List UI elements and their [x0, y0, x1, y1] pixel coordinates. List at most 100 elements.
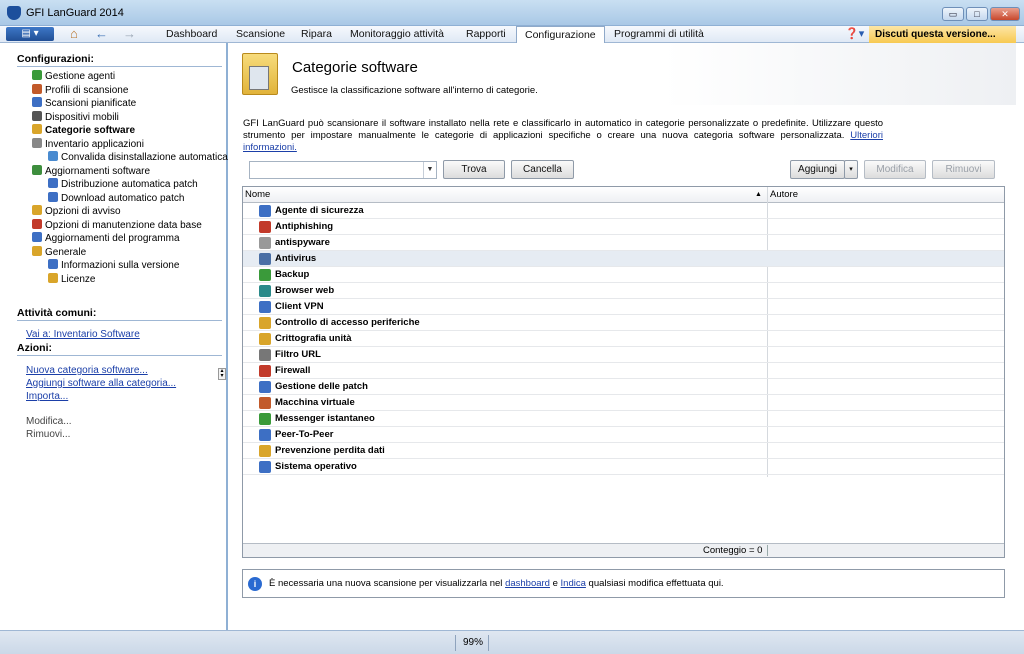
- table-row[interactable]: Client VPN: [243, 299, 1004, 315]
- table-row[interactable]: Sistema operativo: [243, 459, 1004, 475]
- add-dropdown-button[interactable]: ▾: [844, 160, 858, 179]
- table-row[interactable]: Backup: [243, 267, 1004, 283]
- tree-item[interactable]: Distribuzione automatica patch: [48, 178, 198, 191]
- table-row[interactable]: Antiphishing: [243, 219, 1004, 235]
- minimize-button[interactable]: ▭: [942, 7, 964, 21]
- scroll-button[interactable]: ▴ ▾: [218, 368, 226, 380]
- column-header-author[interactable]: Autore: [770, 189, 798, 200]
- page-description: GFI LanGuard può scansionare il software…: [243, 118, 883, 154]
- page-title: Categorie software: [292, 59, 418, 76]
- tree-item[interactable]: Informazioni sulla versione: [48, 259, 179, 272]
- table-row[interactable]: Macchina virtuale: [243, 395, 1004, 411]
- divider: [488, 635, 489, 651]
- tree-item[interactable]: Categorie software: [32, 124, 135, 137]
- category-icon: [259, 413, 271, 425]
- add-button[interactable]: Aggiungi: [790, 160, 845, 179]
- edit-button[interactable]: Modifica: [864, 160, 926, 179]
- category-name: Sistema operativo: [275, 461, 357, 472]
- close-button[interactable]: ✕: [990, 7, 1020, 21]
- category-icon: [259, 365, 271, 377]
- table-row[interactable]: Gestione delle patch: [243, 379, 1004, 395]
- chevron-down-icon[interactable]: ▼: [423, 162, 436, 178]
- notice-text: È necessaria una nuova scansione per vis…: [269, 578, 724, 589]
- category-icon: [259, 445, 271, 457]
- tab-1[interactable]: Scansione: [228, 26, 293, 43]
- tree-item-label: Generale: [45, 246, 87, 258]
- tab-2[interactable]: Ripara: [293, 26, 340, 43]
- category-name: Antiphishing: [275, 221, 334, 232]
- app-logo-icon: [7, 6, 21, 20]
- tree-item-label: Inventario applicazioni: [45, 138, 144, 150]
- tree-item[interactable]: Opzioni di avviso: [32, 205, 121, 218]
- table-row[interactable]: Firewall: [243, 363, 1004, 379]
- category-name: Gestione delle patch: [275, 381, 368, 392]
- table-row[interactable]: Prevenzione perdita dati: [243, 443, 1004, 459]
- table-row[interactable]: Controllo di accesso periferiche: [243, 315, 1004, 331]
- divider: [17, 355, 222, 356]
- tab-3[interactable]: Monitoraggio attività: [342, 26, 452, 43]
- find-button[interactable]: Trova: [443, 160, 505, 179]
- category-icon: [259, 205, 271, 217]
- tree-item[interactable]: Generale: [32, 245, 87, 259]
- tree-item[interactable]: Scansioni pianificate: [32, 97, 136, 110]
- column-header-name[interactable]: Nome: [245, 189, 270, 200]
- forward-icon[interactable]: →: [123, 27, 136, 41]
- category-icon: [259, 253, 271, 265]
- table-row[interactable]: Messenger istantaneo: [243, 411, 1004, 427]
- notice-text-part: e: [552, 578, 558, 589]
- tree-item-label: Scansioni pianificate: [45, 98, 137, 109]
- tree-item[interactable]: Convalida disinstallazione automatica: [48, 151, 228, 164]
- tree-item-icon: [32, 110, 42, 121]
- tree-item[interactable]: Aggiornamenti del programma: [32, 232, 180, 245]
- action-link[interactable]: Aggiungi software alla categoria...: [26, 378, 176, 389]
- search-combo[interactable]: ▼: [249, 161, 437, 179]
- table-row[interactable]: antispyware: [243, 235, 1004, 251]
- table-header: Nome ▲ Autore: [243, 187, 1004, 203]
- cancel-button[interactable]: Cancella: [511, 160, 574, 179]
- tree-item-icon: [32, 164, 42, 175]
- indica-link[interactable]: Indica: [561, 578, 586, 589]
- discuss-version-button[interactable]: Discuti questa versione...: [869, 26, 1016, 43]
- tree-item[interactable]: Gestione agenti: [32, 70, 115, 83]
- table-row[interactable]: Antivirus: [243, 251, 1004, 267]
- tab-4[interactable]: Rapporti: [458, 26, 514, 43]
- tree-item-label: Categorie software: [45, 125, 136, 136]
- tab-0[interactable]: Dashboard: [158, 26, 225, 43]
- tree-item[interactable]: Opzioni di manutenzione data base: [32, 218, 202, 232]
- tab-5[interactable]: Configurazione: [516, 26, 605, 43]
- app-menu-button[interactable]: ▤ ▾: [6, 27, 54, 41]
- action-link[interactable]: Nuova categoria software...: [26, 365, 148, 376]
- tree-item-label: Convalida disinstallazione automatica: [61, 152, 228, 163]
- tree-item-icon: [48, 178, 58, 188]
- tree-item-icon: [32, 137, 42, 148]
- tree-item-icon: [48, 272, 58, 283]
- tree-item[interactable]: Dispositivi mobili: [32, 110, 119, 124]
- tree-item[interactable]: Profili di scansione: [32, 83, 129, 97]
- tree-item[interactable]: Aggiornamenti software: [32, 164, 150, 178]
- table-row[interactable]: Browser web: [243, 283, 1004, 299]
- home-icon[interactable]: ⌂: [70, 27, 78, 41]
- tree-item[interactable]: Licenze: [48, 272, 95, 286]
- window-title: GFI LanGuard 2014: [26, 7, 124, 19]
- back-icon[interactable]: ←: [95, 27, 108, 41]
- table-row[interactable]: Agente di sicurezza: [243, 203, 1004, 219]
- table-row[interactable]: Peer-To-Peer: [243, 427, 1004, 443]
- dashboard-link[interactable]: dashboard: [505, 578, 550, 589]
- table-row[interactable]: Filtro URL: [243, 347, 1004, 363]
- category-icon: [259, 397, 271, 409]
- tab-6[interactable]: Programmi di utilità: [606, 26, 712, 43]
- divider: [455, 635, 456, 651]
- table-row[interactable]: Crittografia unità: [243, 331, 1004, 347]
- notice-text-part: È necessaria una nuova scansione per vis…: [269, 578, 503, 589]
- maximize-button[interactable]: □: [966, 7, 988, 21]
- tree-item[interactable]: Inventario applicazioni: [32, 137, 144, 151]
- remove-button[interactable]: Rimuovi: [932, 160, 995, 179]
- tree-item[interactable]: Download automatico patch: [48, 191, 184, 205]
- goto-software-inventory-link[interactable]: Vai a: Inventario Software: [26, 329, 140, 340]
- category-name: Crittografia unità: [275, 333, 352, 344]
- help-icon[interactable]: ❓▾: [845, 27, 864, 40]
- category-name: Agente di sicurezza: [275, 205, 364, 216]
- action-link[interactable]: Importa...: [26, 391, 68, 402]
- tree-item-label: Profili di scansione: [45, 84, 129, 96]
- table-footer: Conteggio = 0: [243, 543, 1004, 557]
